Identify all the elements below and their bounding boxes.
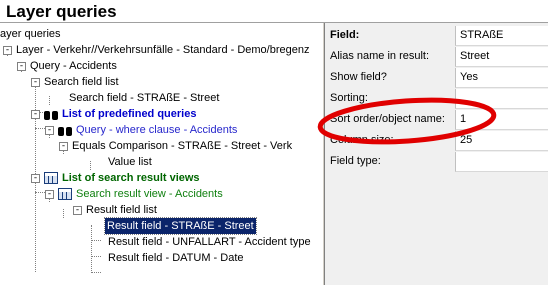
tree-item-search-result-views[interactable]: - List of search result views: [31, 170, 200, 186]
binoculars-icon: [44, 108, 59, 121]
tree-item-query[interactable]: - Query - Accidents: [17, 58, 117, 74]
sort-order-value-input[interactable]: 1: [455, 110, 548, 130]
tree-item-label: List of search result views: [62, 172, 200, 184]
layer-query-tree[interactable]: ayer queries - Layer - Verkehr//Verkehrs…: [0, 23, 322, 285]
tree-item-search-field-list[interactable]: - Search field list: [31, 74, 119, 90]
tree-item-label: Layer - Verkehr//Verkehrsunfälle - Stand…: [16, 44, 310, 56]
tree-item-label: Result field - STRAßE - Street: [104, 217, 257, 235]
property-grid: Field: STRAßE Alias name in result: Stre…: [325, 23, 548, 285]
tree-item-label: Query - where clause - Accidents: [76, 124, 238, 136]
collapse-toggle[interactable]: -: [31, 173, 40, 183]
tree-item-label: Query - Accidents: [30, 60, 117, 72]
property-row-column-size: Column size: 25: [325, 131, 548, 152]
sorting-value-input[interactable]: [455, 89, 548, 109]
table-grid-icon: [44, 172, 58, 184]
property-label: Show field?: [330, 71, 387, 83]
property-label: Field type:: [330, 155, 381, 167]
collapse-toggle[interactable]: -: [31, 77, 40, 87]
tree-item-predefined-queries[interactable]: - List of predefined queries: [31, 106, 196, 122]
collapse-toggle[interactable]: -: [59, 141, 68, 151]
tree-item-where-clause-query[interactable]: - Query - where clause - Accidents: [45, 122, 237, 138]
property-label: Field:: [330, 29, 360, 41]
property-row-show-field: Show field? Yes: [325, 68, 548, 89]
tree-item-result-field-list[interactable]: - Result field list: [73, 202, 157, 218]
tree-item-search-result-view[interactable]: - Search result view - Accidents: [45, 186, 223, 202]
table-grid-icon: [58, 188, 72, 200]
collapse-toggle[interactable]: -: [3, 45, 12, 55]
collapse-toggle[interactable]: -: [31, 109, 40, 119]
collapse-toggle[interactable]: -: [17, 61, 26, 71]
collapse-toggle[interactable]: -: [73, 205, 82, 215]
field-type-value-input[interactable]: [455, 152, 548, 172]
property-row-sorting: Sorting:: [325, 89, 548, 110]
field-value-input[interactable]: STRAßE: [455, 26, 548, 46]
column-size-value-input[interactable]: 25: [455, 131, 548, 151]
window-title: Layer queries: [6, 2, 117, 21]
tree-item-layer[interactable]: - Layer - Verkehr//Verkehrsunfälle - Sta…: [3, 42, 309, 58]
tree-item-equals-comparison[interactable]: - Equals Comparison - STRAßE - Street - …: [59, 138, 292, 154]
property-label: Alias name in result:: [330, 50, 430, 62]
tree-item-result-field-unfallart[interactable]: Result field - UNFALLART - Accident type: [108, 234, 311, 250]
tree-item-label: Search field list: [44, 76, 119, 88]
property-row-field-type: Field type:: [325, 152, 548, 173]
collapse-toggle[interactable]: -: [45, 189, 54, 199]
tree-item-label: Result field - DATUM - Date: [108, 252, 244, 264]
show-field-value-input[interactable]: Yes: [455, 68, 548, 88]
tree-item-result-field-strasse[interactable]: Result field - STRAßE - Street: [104, 217, 257, 235]
property-label: Sort order/object name:: [330, 113, 445, 125]
tree-root-label[interactable]: ayer queries: [0, 28, 61, 40]
tree-item-label: Equals Comparison - STRAßE - Street - Ve…: [72, 140, 293, 152]
property-row-field: Field: STRAßE: [325, 26, 548, 47]
tree-item-label: List of predefined queries: [62, 108, 197, 120]
tree-item-label: Value list: [108, 156, 152, 168]
collapse-toggle[interactable]: -: [45, 125, 54, 135]
property-row-alias: Alias name in result: Street: [325, 47, 548, 68]
tree-item-result-field-datum[interactable]: Result field - DATUM - Date: [108, 250, 244, 266]
tree-item-label: Result field - UNFALLART - Accident type: [108, 236, 311, 248]
tree-item-label: Search result view - Accidents: [76, 188, 223, 200]
window-header: Layer queries: [0, 0, 548, 23]
tree-item-label: Result field list: [86, 204, 157, 216]
property-label: Column size:: [330, 134, 394, 146]
property-label: Sorting:: [330, 92, 368, 104]
tree-item-value-list[interactable]: Value list: [108, 154, 152, 170]
binoculars-icon: [58, 124, 73, 137]
tree-item-search-field[interactable]: Search field - STRAßE - Street: [69, 90, 219, 106]
alias-value-input[interactable]: Street: [455, 47, 548, 67]
tree-item-label: Search field - STRAßE - Street: [69, 92, 220, 104]
property-row-sort-order: Sort order/object name: 1: [325, 110, 548, 131]
